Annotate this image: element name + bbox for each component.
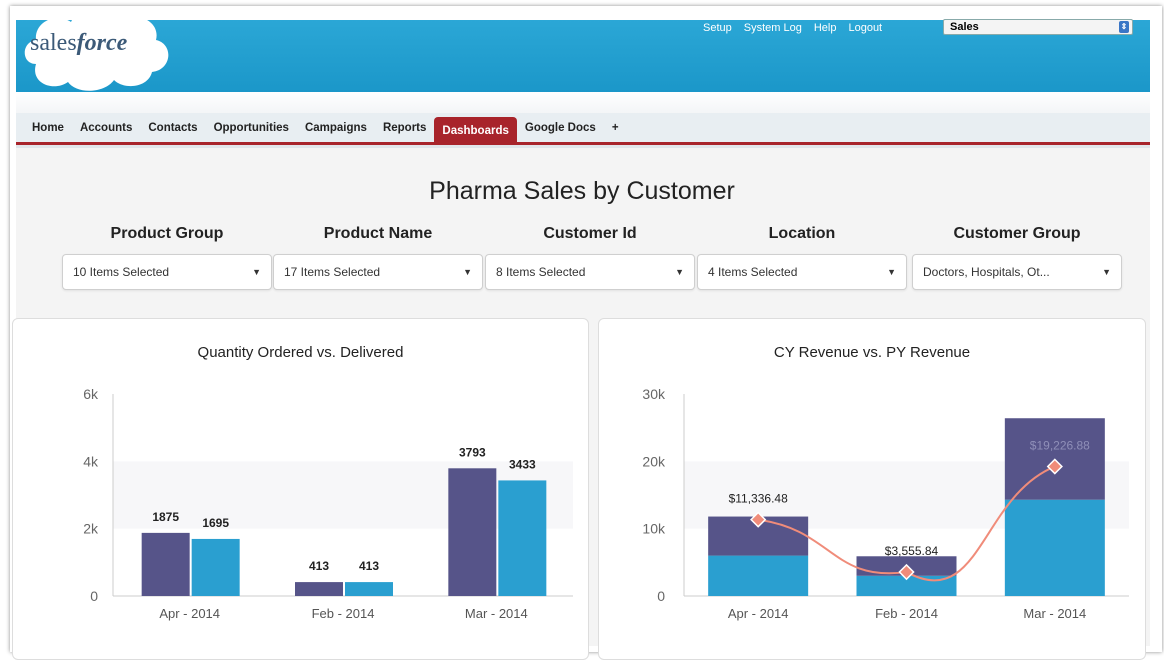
y-tick-label: 0 [657, 588, 665, 604]
chart-quantity-ordered-vs-delivered: 0 2k 4k 6k Apr - 2014 Feb - 2014 Mar - 2014 187… [83, 386, 573, 621]
chart-panel-quantity: Quantity Ordered vs. Delivered 0 2k 4k 6k Ap… [12, 318, 589, 660]
bar [448, 468, 497, 596]
data-label: $19,226.88 [1030, 439, 1090, 453]
caret-down-icon: ▼ [1102, 267, 1111, 277]
y-tick-label: 10k [642, 521, 666, 537]
tab-bar: Home Accounts Contacts Opportunities Cam… [16, 113, 1150, 145]
bar [345, 582, 393, 596]
bar [141, 532, 190, 596]
tab-campaigns[interactable]: Campaigns [297, 115, 375, 141]
caret-down-icon: ▼ [887, 267, 896, 277]
caret-down-icon: ▼ [675, 267, 684, 277]
tab-accounts[interactable]: Accounts [72, 115, 140, 141]
data-label: 413 [359, 559, 379, 573]
filter-value: 8 Items Selected [496, 265, 586, 279]
product-name-select[interactable]: 17 Items Selected ▼ [273, 254, 483, 290]
bar [295, 582, 343, 596]
filter-label: Location [768, 225, 836, 242]
x-tick-label: Feb - 2014 [312, 606, 375, 621]
filter-product-group: Product Group 10 Items Selected ▼ [62, 225, 272, 290]
chart-panel-revenue: CY Revenue vs. PY Revenue 0 10k 20k 30k Apr … [598, 318, 1146, 660]
filter-location: Location 4 Items Selected ▼ [697, 225, 907, 290]
tab-reports[interactable]: Reports [375, 115, 434, 141]
data-label: 1875 [152, 510, 179, 524]
x-tick-label: Mar - 2014 [1023, 606, 1086, 621]
caret-down-icon: ▼ [252, 267, 261, 277]
data-label: 3433 [509, 457, 536, 471]
data-label: 1695 [202, 516, 229, 530]
tab-dashboards[interactable]: Dashboards [434, 116, 517, 145]
filter-value: 4 Items Selected [708, 265, 798, 279]
top-links: Setup System Log Help Logout [703, 22, 882, 34]
customer-id-select[interactable]: 8 Items Selected ▼ [485, 254, 695, 290]
location-select[interactable]: 4 Items Selected ▼ [697, 254, 907, 290]
data-label: 3793 [459, 445, 486, 459]
y-tick-label: 30k [642, 386, 666, 402]
x-tick-label: Mar - 2014 [465, 606, 528, 621]
add-tab-button[interactable]: + [604, 115, 627, 141]
y-tick-label: 2k [83, 521, 99, 537]
chart-cy-vs-py-revenue: 0 10k 20k 30k Apr - 2014 Feb - 2014 Mar - 2014… [642, 386, 1129, 621]
tab-home[interactable]: Home [24, 115, 72, 141]
caret-down-icon: ▼ [463, 267, 472, 277]
setup-link[interactable]: Setup [703, 22, 732, 34]
system-log-link[interactable]: System Log [744, 22, 802, 34]
data-label: $3,555.84 [885, 544, 939, 558]
page-title: Pharma Sales by Customer [429, 177, 735, 205]
filter-customer-group: Customer Group Doctors, Hospitals, Ot...… [912, 225, 1122, 290]
bar [498, 480, 547, 596]
filter-product-name: Product Name 17 Items Selected ▼ [273, 225, 483, 290]
x-tick-label: Apr - 2014 [159, 606, 220, 621]
customer-group-select[interactable]: Doctors, Hospitals, Ot... ▼ [912, 254, 1122, 290]
y-tick-label: 6k [83, 386, 99, 402]
stacked-bar-segment [1004, 499, 1105, 596]
filter-value: 17 Items Selected [284, 265, 381, 279]
y-tick-label: 4k [83, 453, 99, 469]
data-label: $11,336.48 [729, 492, 788, 506]
filter-label: Product Group [110, 225, 224, 242]
tab-opportunities[interactable]: Opportunities [206, 115, 297, 141]
tab-contacts[interactable]: Contacts [140, 115, 205, 141]
y-tick-label: 20k [642, 453, 666, 469]
filter-value: Doctors, Hospitals, Ot... [923, 265, 1050, 279]
filter-label: Customer Id [543, 225, 637, 242]
help-link[interactable]: Help [814, 22, 837, 34]
app-selector-value: Sales [950, 21, 979, 33]
y-tick-label: 0 [90, 588, 98, 604]
filter-customer-id: Customer Id 8 Items Selected ▼ [485, 225, 695, 290]
x-tick-label: Apr - 2014 [728, 606, 789, 621]
brand-name: salesforce [30, 30, 128, 56]
product-group-select[interactable]: 10 Items Selected ▼ [62, 254, 272, 290]
stacked-bar-segment [708, 555, 809, 596]
bar [191, 538, 240, 596]
stepper-arrows-icon: ⇕ [1119, 21, 1129, 33]
x-tick-label: Feb - 2014 [875, 606, 938, 621]
filter-value: 10 Items Selected [73, 265, 170, 279]
filter-label: Product Name [323, 225, 433, 242]
tab-google-docs[interactable]: Google Docs [517, 115, 604, 141]
app-selector[interactable]: Sales ⇕ [943, 19, 1133, 35]
logout-link[interactable]: Logout [848, 22, 882, 34]
data-label: 413 [309, 559, 329, 573]
grid-band [113, 394, 573, 462]
filter-label: Customer Group [953, 225, 1081, 242]
